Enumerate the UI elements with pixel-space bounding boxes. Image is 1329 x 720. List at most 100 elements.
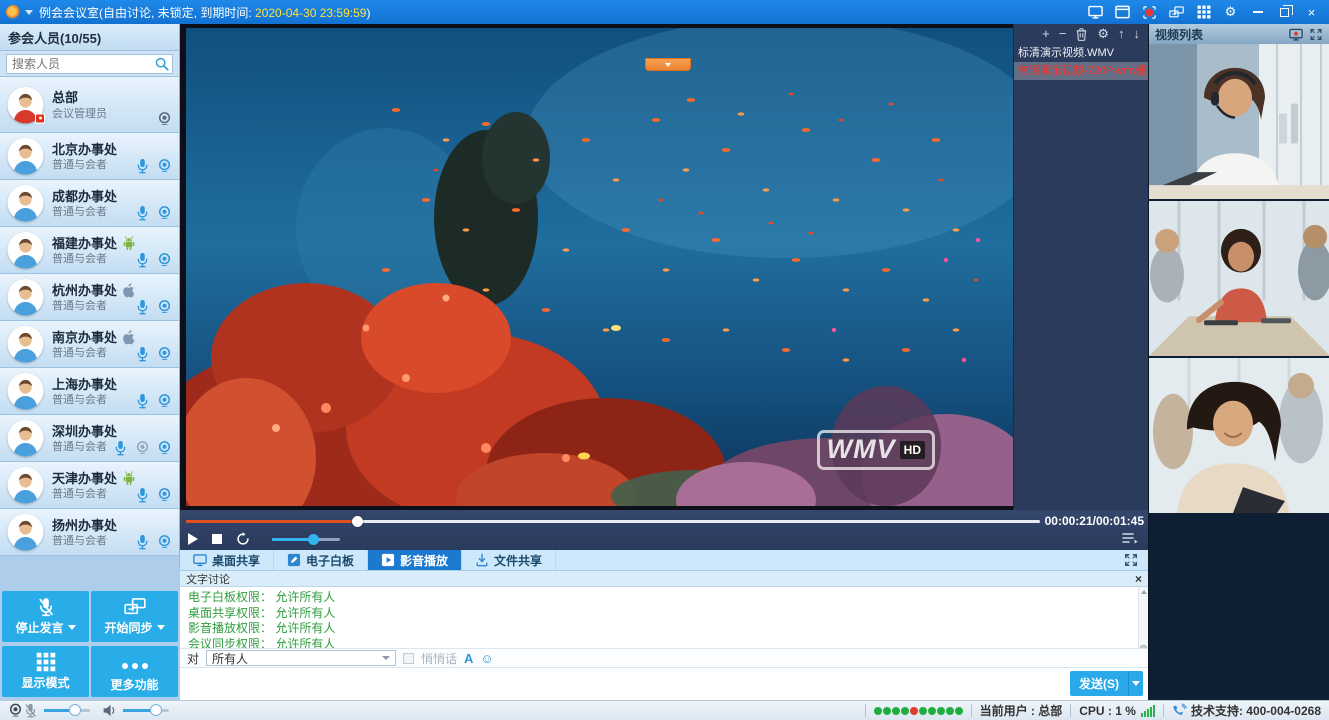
restore-button[interactable]: [1277, 5, 1292, 20]
webcam-icon[interactable]: [157, 299, 172, 315]
window-layout-icon[interactable]: [1115, 5, 1130, 20]
send-button[interactable]: 发送(S): [1070, 671, 1128, 696]
volume-slider[interactable]: [272, 538, 340, 541]
chat-collapse-handle[interactable]: [645, 58, 691, 71]
chat-message-input[interactable]: [180, 668, 1148, 700]
apple-icon: [122, 329, 136, 345]
delete-file-link[interactable]: 删除: [1138, 62, 1148, 80]
monitor-record-icon[interactable]: [1289, 28, 1303, 41]
webcam-icon[interactable]: [157, 534, 172, 550]
search-icon[interactable]: [155, 57, 169, 71]
start-sync-button[interactable]: 开始同步: [91, 591, 178, 642]
emoji-icon[interactable]: ☺: [480, 651, 493, 666]
playlist-file[interactable]: 标清演示视频.WMV: [1014, 44, 1148, 62]
video-thumbnail[interactable]: [1149, 201, 1329, 356]
participants-header: 参会人员(10/55): [0, 24, 179, 51]
mic-icon[interactable]: [135, 393, 150, 409]
move-down-button[interactable]: ↓: [1134, 25, 1141, 43]
dropdown-arrow-icon[interactable]: [68, 625, 76, 630]
search-row: [0, 51, 179, 77]
mic-icon[interactable]: [135, 299, 150, 315]
participant-row[interactable]: 杭州办事处 普通与会者: [0, 274, 179, 321]
video-thumbnail[interactable]: [1149, 358, 1329, 513]
font-icon[interactable]: A: [464, 651, 473, 666]
webcam-icon[interactable]: [157, 346, 172, 362]
participant-row[interactable]: 南京办事处 普通与会者: [0, 321, 179, 368]
playlist-toggle-icon[interactable]: [1122, 532, 1138, 544]
speaker-icon[interactable]: [102, 703, 117, 718]
mic-icon[interactable]: [135, 252, 150, 268]
search-input[interactable]: [6, 54, 173, 74]
trash-icon[interactable]: [1075, 27, 1088, 41]
playlist-remove-button[interactable]: −: [1059, 25, 1067, 43]
webcam-icon[interactable]: [157, 158, 172, 174]
progress-bar[interactable]: [186, 520, 1040, 523]
playlist-add-button[interactable]: +: [1042, 25, 1050, 43]
whisper-checkbox[interactable]: [403, 653, 414, 664]
dropdown-arrow-icon[interactable]: [157, 625, 165, 630]
webcam-icon[interactable]: [157, 252, 172, 268]
desktop-share-icon[interactable]: [1088, 5, 1103, 20]
mic-volume-slider[interactable]: [44, 709, 90, 712]
record-icon[interactable]: [1142, 5, 1157, 20]
avatar: [7, 138, 44, 175]
grid-icon[interactable]: [1196, 5, 1211, 20]
participant-row[interactable]: 上海办事处 普通与会者: [0, 368, 179, 415]
stop-button[interactable]: [212, 534, 222, 544]
participant-row[interactable]: 福建办事处 普通与会者: [0, 227, 179, 274]
webcam-icon[interactable]: [157, 487, 172, 503]
volume-handle[interactable]: [308, 534, 319, 545]
chat-entry-area: 发送(S): [180, 668, 1148, 700]
progress-handle[interactable]: [352, 516, 363, 527]
recipient-select[interactable]: 所有人: [206, 650, 396, 666]
tab-desktop-share[interactable]: 桌面共享: [180, 550, 274, 570]
speaker-volume-slider[interactable]: [123, 709, 169, 712]
participant-row[interactable]: 成都办事处 普通与会者: [0, 180, 179, 227]
video-thumbnail[interactable]: [1149, 44, 1329, 199]
stop-speaking-button[interactable]: 停止发言: [2, 591, 89, 642]
mic-icon[interactable]: [113, 440, 128, 456]
cast-icon[interactable]: [1169, 5, 1184, 20]
mic-muted-icon[interactable]: [23, 703, 38, 718]
webcam-icon[interactable]: [157, 440, 172, 456]
send-options-button[interactable]: [1128, 671, 1143, 696]
apple-icon: [122, 282, 136, 298]
mic-icon[interactable]: [135, 346, 150, 362]
move-up-button[interactable]: ↑: [1118, 25, 1125, 43]
mic-icon[interactable]: [135, 534, 150, 550]
display-mode-button[interactable]: 显示模式: [2, 646, 89, 697]
participant-row[interactable]: 深圳办事处 普通与会者: [0, 415, 179, 462]
participant-row[interactable]: 天津办事处 普通与会者: [0, 462, 179, 509]
mic-icon[interactable]: [135, 158, 150, 174]
tab-file-share[interactable]: 文件共享: [462, 550, 556, 570]
mic-icon[interactable]: [135, 205, 150, 221]
playlist-settings-icon[interactable]: ⚙: [1097, 25, 1109, 43]
chat-close-icon[interactable]: ×: [1135, 572, 1142, 586]
participant-row[interactable]: 北京办事处 普通与会者: [0, 133, 179, 180]
fullscreen-icon[interactable]: [1124, 553, 1138, 567]
android-icon: [122, 235, 136, 251]
tab-media-play[interactable]: 影音播放: [368, 550, 462, 570]
minimize-button[interactable]: [1250, 5, 1265, 20]
more-features-button[interactable]: 更多功能: [91, 646, 178, 697]
video-player-area[interactable]: WMV HD: [180, 24, 1013, 510]
chat-message: 影音播放权限： 允许所有人: [188, 621, 1128, 637]
participant-row[interactable]: 扬州办事处 普通与会者: [0, 509, 179, 556]
participant-row[interactable]: 总部 会议管理员: [0, 77, 179, 133]
webcam-off-icon[interactable]: [135, 440, 150, 456]
webcam-icon[interactable]: [157, 393, 172, 409]
webcam-status-icon[interactable]: [8, 703, 23, 718]
settings-gear-icon[interactable]: ⚙: [1223, 5, 1238, 20]
webcam-icon[interactable]: [157, 111, 172, 127]
play-button[interactable]: [188, 533, 198, 545]
close-button[interactable]: ×: [1304, 5, 1319, 20]
scroll-up-icon[interactable]: [1141, 590, 1147, 594]
playlist-file-selected[interactable]: 高清演示视频-720P.wmv 删除: [1014, 62, 1148, 80]
tab-whiteboard[interactable]: 电子白板: [274, 550, 368, 570]
expand-icon[interactable]: [1309, 28, 1323, 41]
chevron-down-icon[interactable]: [25, 10, 33, 15]
whiteboard-icon: [287, 553, 301, 567]
webcam-icon[interactable]: [157, 205, 172, 221]
replay-button[interactable]: [236, 532, 250, 546]
mic-icon[interactable]: [135, 487, 150, 503]
